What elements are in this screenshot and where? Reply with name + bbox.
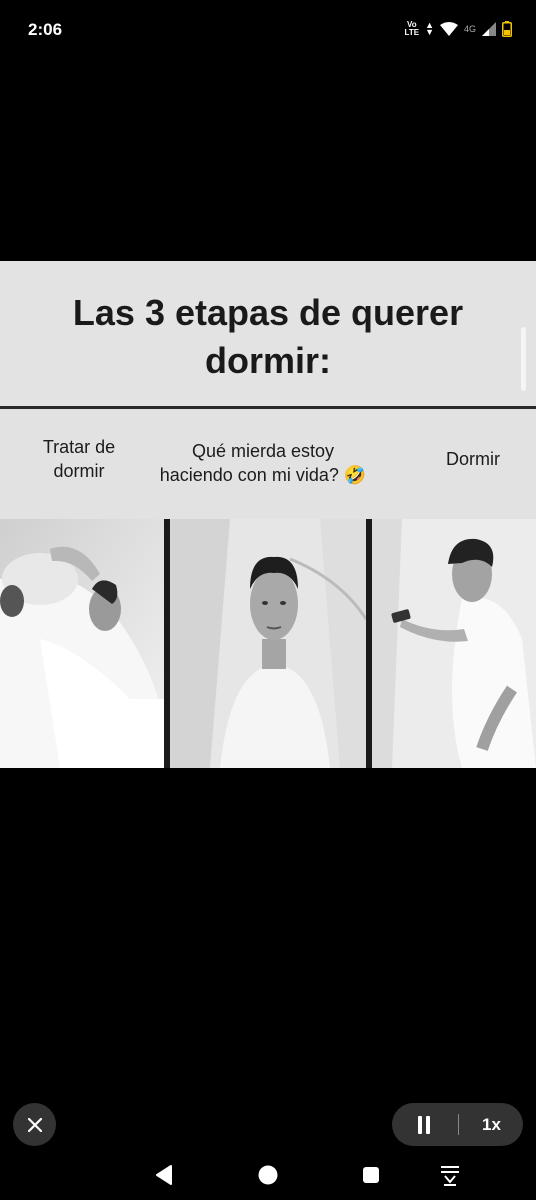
- caption-stage-3: Dormir: [446, 449, 500, 469]
- wifi-icon: [439, 22, 458, 36]
- keyboard-hide-icon: [441, 1166, 459, 1186]
- nav-keyboard-hide-button[interactable]: [435, 1162, 465, 1188]
- photo-panel-existential-crisis: [170, 519, 366, 768]
- status-bar: 2:06 Vo LTE ▲ ▼ 4G: [0, 0, 536, 60]
- scroll-indicator: [521, 327, 526, 391]
- pause-icon: [418, 1115, 430, 1134]
- close-icon: [27, 1117, 42, 1132]
- controls-divider: [458, 1114, 459, 1135]
- network-type: 4G: [463, 24, 476, 34]
- playback-controls: 1x: [392, 1103, 523, 1146]
- signal-icon: [482, 22, 496, 36]
- nav-recents-button[interactable]: [356, 1162, 386, 1188]
- battery-icon: [502, 21, 512, 37]
- caption-row: Tratar de dormir Qué mierda estoy hacien…: [0, 409, 536, 519]
- pause-button[interactable]: [392, 1103, 456, 1146]
- back-icon: [156, 1165, 172, 1185]
- data-arrows-icon: ▲ ▼: [425, 20, 434, 37]
- caption-stage-1: Tratar de dormir: [42, 437, 116, 481]
- nav-back-button[interactable]: [149, 1162, 179, 1188]
- photo-panel-sleeping: [372, 519, 536, 768]
- home-icon: [258, 1165, 278, 1185]
- meme-title-block: Las 3 etapas de querer dormir:: [0, 261, 536, 407]
- volte-icon: Vo LTE: [404, 20, 420, 37]
- meme-image[interactable]: Las 3 etapas de querer dormir: Tratar de…: [0, 261, 536, 768]
- nav-home-button[interactable]: [253, 1162, 283, 1188]
- photo-panel-trying-to-sleep: [0, 519, 164, 768]
- status-time: 2:06: [28, 20, 63, 39]
- playback-speed-button[interactable]: 1x: [460, 1103, 523, 1146]
- close-button[interactable]: [13, 1103, 56, 1146]
- meme-title: Las 3 etapas de querer dormir:: [72, 292, 464, 381]
- caption-stage-2: Qué mierda estoy haciendo con mi vida? 🤣: [159, 441, 367, 485]
- navigation-bar: [0, 1150, 536, 1200]
- photo-panels: [0, 519, 536, 768]
- recents-icon: [363, 1167, 379, 1183]
- status-icons: Vo LTE ▲ ▼ 4G: [405, 18, 512, 40]
